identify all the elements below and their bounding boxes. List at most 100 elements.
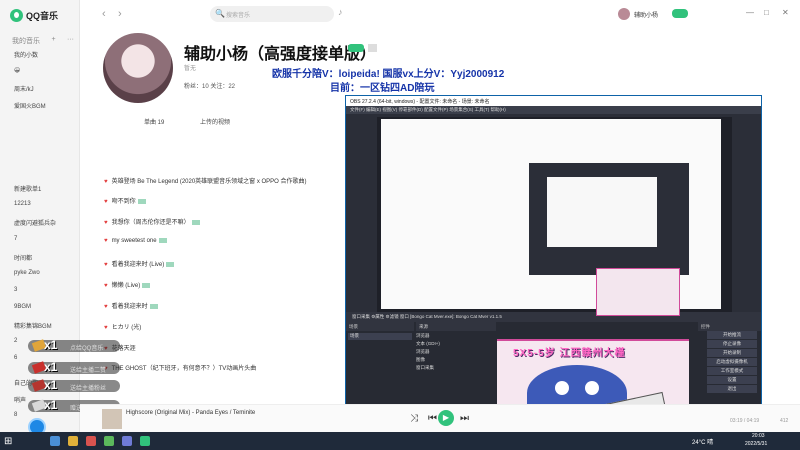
- next-button[interactable]: ⏭: [460, 413, 469, 424]
- sidebar-item[interactable]: 9BGM: [14, 304, 31, 310]
- gift-label: 送给主播粉丝: [70, 386, 107, 392]
- heart-icon[interactable]: ♥: [104, 262, 108, 268]
- heart-icon[interactable]: ♥: [104, 238, 108, 244]
- source-item[interactable]: 窗口采集: [416, 365, 494, 372]
- stream-overlay-line1: 欧服千分陪V：loipeida! 国服vx上分V：Yyj2000912: [272, 69, 505, 80]
- sidebar-item[interactable]: 2: [14, 338, 17, 344]
- list-item[interactable]: ♥ 英雄登场 Be The Legend (2020英雄联盟音乐领域之窗 x OP…: [104, 176, 307, 185]
- sidebar-item[interactable]: 6: [14, 355, 17, 361]
- source-item[interactable]: 文本 (GDI+): [416, 341, 494, 348]
- close-button[interactable]: ✕: [782, 8, 789, 17]
- list-item[interactable]: ♥ 看着我迎来时: [104, 301, 158, 310]
- source-item[interactable]: 浏览器: [416, 333, 494, 340]
- list-item[interactable]: ♥THE GHOST（纪下班牙，有何意不？）TV动画片头曲: [104, 363, 256, 372]
- nested-obs-window: [529, 163, 689, 275]
- list-item[interactable]: ♥ ヒカリ (光): [104, 322, 141, 331]
- app-icon[interactable]: [122, 436, 132, 446]
- app-logo[interactable]: QQ音乐: [10, 9, 58, 22]
- weather-text[interactable]: 24°C 晴: [692, 437, 713, 446]
- sidebar-item[interactable]: 7: [14, 236, 17, 242]
- list-item[interactable]: ♥ 懒懒 (Live): [104, 280, 151, 289]
- album-cover[interactable]: [102, 409, 122, 429]
- comment-count[interactable]: 412: [780, 418, 788, 424]
- start-button[interactable]: ⊞: [4, 436, 12, 447]
- heart-icon[interactable]: ♥: [104, 325, 108, 331]
- profile-bio: 暂无: [184, 66, 197, 72]
- app-icon[interactable]: [104, 436, 114, 446]
- play-button[interactable]: ▶: [438, 410, 454, 426]
- minimize-button[interactable]: —: [746, 8, 754, 17]
- heart-icon[interactable]: ♥: [104, 199, 108, 205]
- maximize-button[interactable]: □: [764, 8, 769, 17]
- list-item[interactable]: ♥ 我想你（周杰伦你还是不嘛）: [104, 217, 200, 226]
- vip-tag: [166, 261, 175, 267]
- obs-menu[interactable]: 文件(F) 编辑(E) 视图(V) 停靠部件(D) 配置文件(P) 场景集合(S…: [350, 107, 506, 112]
- sidebar-item[interactable]: 周末/kJ: [14, 84, 34, 93]
- cat-eye: [585, 381, 599, 395]
- sidebar-item[interactable]: 新建歌单1: [14, 184, 41, 193]
- sidebar-more-button[interactable]: ···: [67, 36, 74, 46]
- sidebar-item[interactable]: 哨声: [14, 395, 26, 404]
- explorer-icon[interactable]: [50, 436, 60, 446]
- exit-button[interactable]: 退出: [707, 385, 757, 393]
- add-playlist-button[interactable]: +: [51, 36, 55, 46]
- obs-title: OBS 27.2.4 (64-bit, windows) - 配置文件: 未命名…: [350, 99, 490, 105]
- sidebar-item[interactable]: 😀: [14, 67, 20, 74]
- profile-level-badge: [348, 44, 364, 52]
- track-title[interactable]: Highscore (Original Mix) - Panda Eyes / …: [126, 410, 255, 416]
- sidebar-item[interactable]: 精彩集锦BGM: [14, 321, 52, 330]
- settings-button[interactable]: 设置: [707, 376, 757, 384]
- sidebar-item[interactable]: pyke Zwo: [14, 270, 40, 276]
- tab-songs[interactable]: 单曲 19: [144, 117, 164, 126]
- heart-icon[interactable]: ♥: [104, 179, 108, 185]
- top-bar: ‹ › 🔍 搜索音乐 ♪: [80, 0, 800, 28]
- heart-icon[interactable]: ♥: [104, 283, 108, 289]
- stop-recording-button[interactable]: 停止录像: [707, 340, 757, 348]
- heart-icon[interactable]: ♥: [104, 304, 108, 310]
- obs-title-bar[interactable]: OBS 27.2.4 (64-bit, windows) - 配置文件: 未命名…: [346, 96, 761, 106]
- avatar[interactable]: [618, 8, 630, 20]
- profile-badge: [368, 44, 377, 52]
- scene-item[interactable]: 场景: [348, 333, 412, 340]
- list-item[interactable]: ♥ 看着我迎来时 (Live): [104, 259, 175, 268]
- search-input[interactable]: 🔍 搜索音乐: [210, 6, 334, 22]
- shuffle-icon[interactable]: ⤨: [410, 413, 418, 424]
- gift-count: x1: [44, 378, 58, 392]
- clock-date[interactable]: 2022/5/31: [745, 441, 767, 447]
- song-title: 英雄登场 Be The Legend (2020英雄联盟音乐领域之窗 x OPP…: [111, 179, 307, 185]
- virtual-camera-button[interactable]: 启动虚拟摄像机: [707, 358, 757, 366]
- sidebar-item[interactable]: 12213: [14, 201, 31, 207]
- sidebar-item[interactable]: 3: [14, 287, 17, 293]
- start-recording-button[interactable]: 开始录制: [707, 349, 757, 357]
- sidebar-item[interactable]: 我的小数: [14, 50, 38, 59]
- back-button[interactable]: ‹: [102, 8, 106, 20]
- sidebar-item[interactable]: 时间都: [14, 253, 32, 262]
- obs-source-toolbar[interactable]: 窗口采集 ⚙属性 ⚙滤镜 窗口 [Bongo Cat Mver.exe]: Bo…: [346, 312, 761, 322]
- sidebar-item[interactable]: 虚度闪避狐兵杂: [14, 218, 56, 227]
- vip-badge[interactable]: [672, 9, 688, 18]
- list-item[interactable]: ♥ 吻不到你: [104, 196, 146, 205]
- listen-recognize-icon[interactable]: ♪: [338, 7, 343, 17]
- source-item[interactable]: 浏览器: [416, 349, 494, 356]
- list-item[interactable]: ♥ my sweetest one: [104, 238, 167, 244]
- user-name[interactable]: 辅助小杨: [634, 10, 658, 19]
- heart-icon[interactable]: ♥: [104, 220, 108, 226]
- gift-label: 送给主播二赞: [70, 368, 107, 374]
- sidebar-item[interactable]: 爱国火BGM: [14, 101, 46, 110]
- start-stream-button[interactable]: 开始推流: [707, 331, 757, 339]
- source-item[interactable]: 图像: [416, 357, 494, 364]
- app-icon[interactable]: [86, 436, 96, 446]
- song-title: 我想你（周杰伦你还是不嘛）: [111, 220, 190, 226]
- forward-button[interactable]: ›: [118, 8, 122, 20]
- prev-button[interactable]: ⏮: [428, 413, 437, 424]
- tab-videos[interactable]: 上传的视频: [200, 117, 230, 126]
- profile-stats: 粉丝：10 关注：22: [184, 84, 236, 90]
- sidebar-item[interactable]: 8: [14, 412, 17, 418]
- app-logo-text: QQ音乐: [26, 11, 59, 21]
- song-title: 看着我迎来时 (Live): [111, 262, 165, 268]
- studio-mode-button[interactable]: 工作室模式: [707, 367, 757, 375]
- qq-music-taskbar-icon[interactable]: [140, 436, 150, 446]
- app-icon[interactable]: [68, 436, 78, 446]
- obs-menu-bar[interactable]: 文件(F) 编辑(E) 视图(V) 停靠部件(D) 配置文件(P) 场景集合(S…: [346, 106, 761, 114]
- clock-time[interactable]: 20:03: [752, 433, 765, 439]
